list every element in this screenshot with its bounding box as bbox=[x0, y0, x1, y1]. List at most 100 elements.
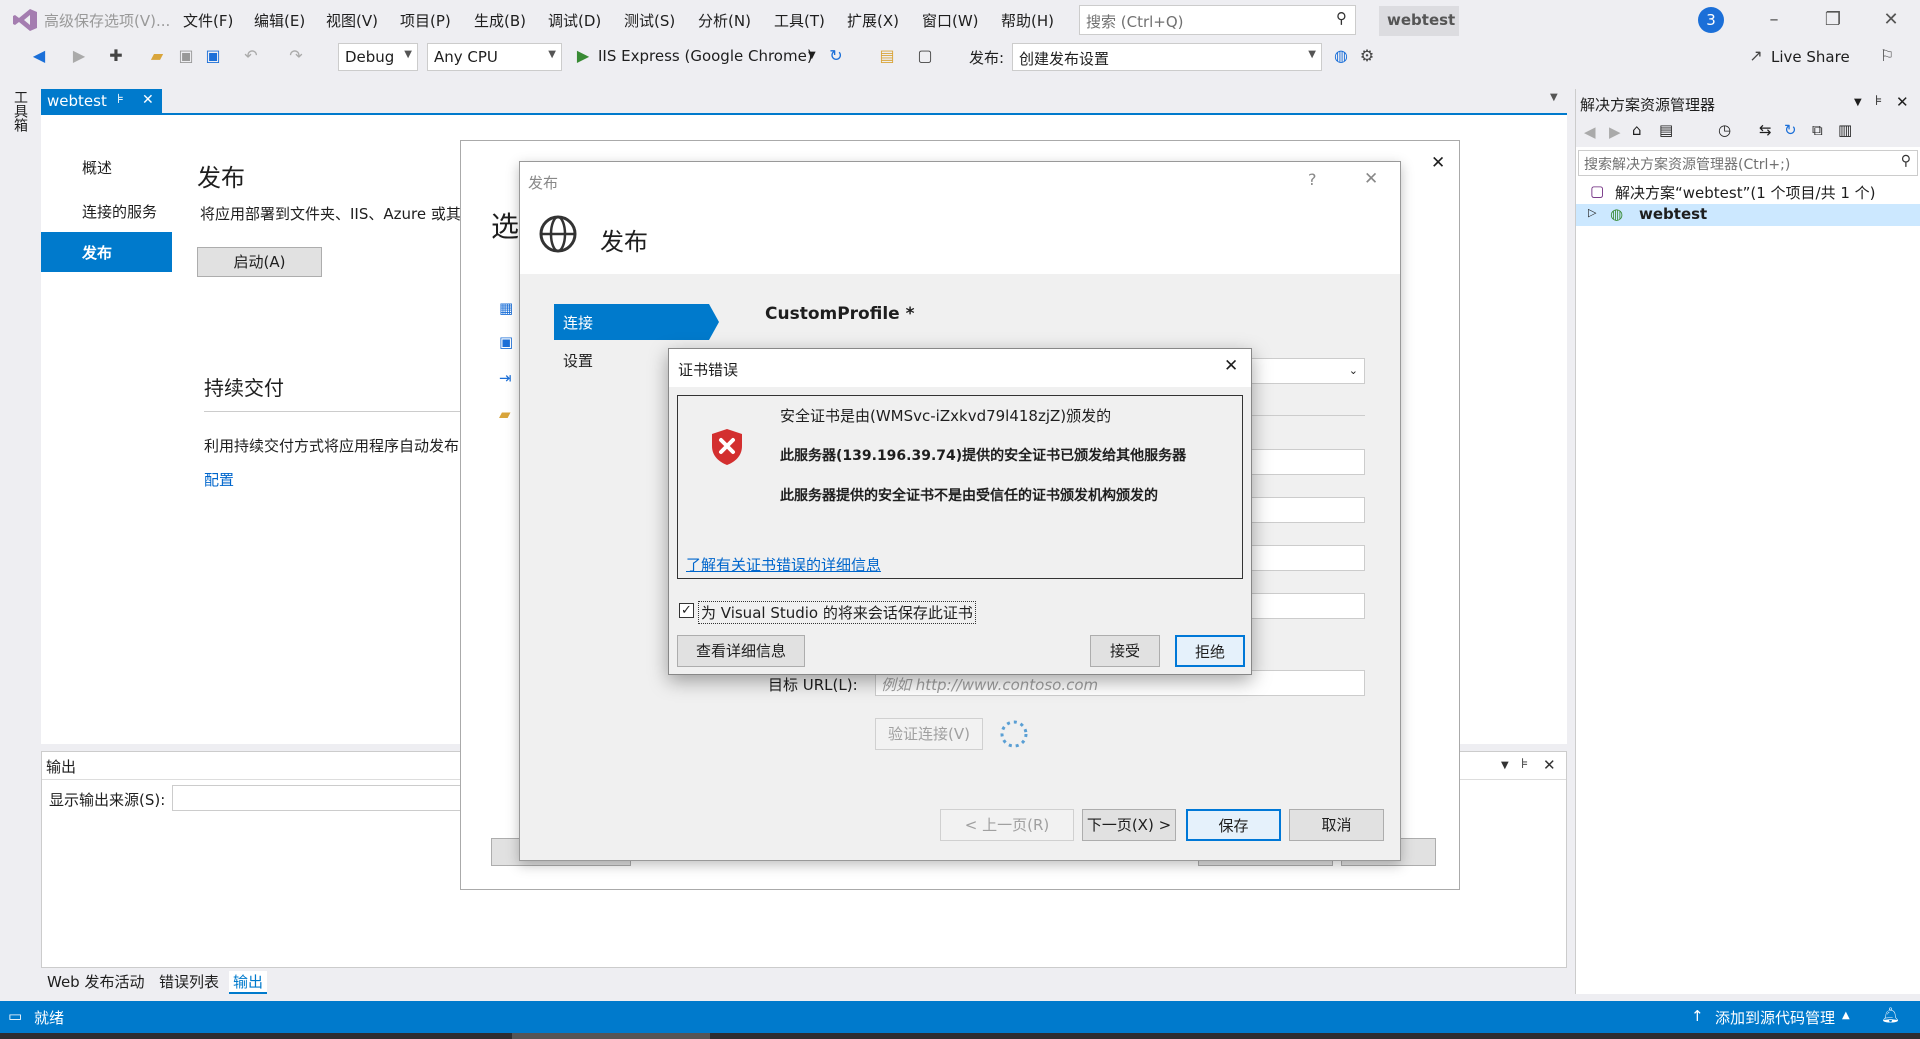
nav-overview[interactable]: 概述 bbox=[41, 147, 172, 187]
menu-analyze[interactable]: 分析(N) bbox=[698, 10, 751, 31]
back-icon[interactable]: ◀ bbox=[1584, 123, 1596, 141]
prev-button[interactable]: < 上一页(R) bbox=[940, 809, 1074, 841]
home-icon[interactable]: ⌂ bbox=[1632, 121, 1642, 139]
publish-tool-icon[interactable]: ▤ bbox=[876, 45, 898, 67]
sync-icon[interactable]: ⇆ bbox=[1759, 121, 1772, 139]
help-icon[interactable]: ? bbox=[1308, 170, 1317, 189]
notifications-badge[interactable]: 3 bbox=[1698, 7, 1724, 33]
back-icon[interactable]: ◀ bbox=[28, 45, 50, 67]
cancel-button[interactable]: 取消 bbox=[1289, 809, 1384, 841]
history-icon[interactable]: ◷ bbox=[1718, 121, 1731, 139]
menu-file[interactable]: 文件(F) bbox=[183, 10, 233, 31]
menu-test[interactable]: 测试(S) bbox=[624, 10, 675, 31]
menu-view[interactable]: 视图(V) bbox=[326, 10, 378, 31]
tab-output[interactable]: 输出 bbox=[229, 971, 268, 994]
tab-web-publish[interactable]: Web 发布活动 bbox=[47, 971, 144, 992]
menu-extensions[interactable]: 扩展(X) bbox=[847, 10, 899, 31]
close-icon[interactable]: ✕ bbox=[1364, 169, 1378, 189]
close-icon[interactable]: ✕ bbox=[1224, 356, 1238, 376]
forward-icon[interactable]: ▶ bbox=[68, 45, 90, 67]
minimize-icon[interactable]: – bbox=[1759, 8, 1789, 32]
cd-description: 利用持续交付方式将应用程序自动发布 bbox=[204, 437, 460, 455]
cd-configure-link[interactable]: 配置 bbox=[204, 469, 234, 490]
menu-debug[interactable]: 调试(D) bbox=[548, 10, 601, 31]
solution-icon: ▢ bbox=[1590, 182, 1605, 200]
pin-icon[interactable]: ⊧ bbox=[1875, 93, 1882, 109]
cert-untrusted-text: 此服务器提供的安全证书不是由受信任的证书颁发机构颁发的 bbox=[780, 488, 1158, 504]
close-icon[interactable]: ✕ bbox=[1431, 153, 1445, 173]
platform-select[interactable]: Any CPU ▼ bbox=[427, 43, 562, 71]
cert-details-link[interactable]: 了解有关证书错误的详细信息 bbox=[686, 554, 881, 575]
save-all-icon[interactable]: ▣ bbox=[202, 45, 224, 67]
chevron-up-icon[interactable]: ▲ bbox=[1842, 1010, 1850, 1021]
switch-view-icon[interactable]: ▤ bbox=[1659, 121, 1673, 139]
close-icon[interactable]: ✕ bbox=[142, 92, 154, 108]
close-window-icon[interactable]: ✕ bbox=[1876, 8, 1906, 32]
feedback-icon[interactable]: ⚐ bbox=[1876, 45, 1898, 67]
chevron-down-icon[interactable]: ▼ bbox=[1501, 760, 1509, 771]
toolbox-tab[interactable]: 工具箱 bbox=[10, 90, 30, 132]
collapse-all-icon[interactable]: ⧉ bbox=[1812, 121, 1823, 139]
menu-build[interactable]: 生成(B) bbox=[474, 10, 526, 31]
new-project-icon[interactable]: ✚ bbox=[105, 45, 127, 67]
accept-button[interactable]: 接受 bbox=[1090, 635, 1160, 667]
source-control-button[interactable]: 添加到源代码管理 bbox=[1715, 1007, 1835, 1028]
nav-connected-services[interactable]: 连接的服务 bbox=[41, 191, 172, 231]
doc-tab-overflow-icon[interactable]: ▼ bbox=[1550, 92, 1558, 103]
open-folder-icon[interactable]: ▰ bbox=[146, 45, 168, 67]
menu-help[interactable]: 帮助(H) bbox=[1001, 10, 1054, 31]
maximize-icon[interactable]: ❐ bbox=[1818, 8, 1848, 32]
target-icon-vm: ▣ bbox=[499, 333, 514, 351]
redo-icon[interactable]: ↷ bbox=[285, 45, 307, 67]
gear-icon[interactable]: ⚙ bbox=[1356, 45, 1378, 67]
forward-icon[interactable]: ▶ bbox=[1609, 123, 1621, 141]
refresh-icon[interactable]: ↻ bbox=[825, 45, 847, 67]
search-placeholder: 搜索 (Ctrl+Q) bbox=[1086, 13, 1184, 31]
nav-connection[interactable]: 连接 bbox=[554, 304, 719, 340]
next-button[interactable]: 下一页(X) > bbox=[1082, 809, 1176, 841]
doc-tab-webtest[interactable]: webtest ⊧ ✕ bbox=[41, 89, 162, 115]
properties-icon[interactable]: ▥ bbox=[1838, 121, 1852, 139]
web-icon[interactable]: ◍ bbox=[1330, 45, 1352, 67]
run-target-button[interactable]: IIS Express (Google Chrome) bbox=[598, 47, 813, 65]
tab-error-list[interactable]: 错误列表 bbox=[159, 971, 219, 992]
solution-tree-item[interactable]: 解决方案“webtest”(1 个项目/共 1 个) bbox=[1615, 182, 1876, 203]
refresh-icon[interactable]: ↻ bbox=[1784, 121, 1797, 139]
view-details-button[interactable]: 查看详细信息 bbox=[677, 635, 805, 667]
publish-dialog-title: 发布 bbox=[528, 174, 559, 192]
search-input[interactable]: 搜索 (Ctrl+Q) ⚲ bbox=[1079, 5, 1356, 35]
nav-settings[interactable]: 设置 bbox=[563, 350, 593, 371]
menu-project[interactable]: 项目(P) bbox=[400, 10, 451, 31]
close-icon[interactable]: ✕ bbox=[1543, 756, 1556, 774]
chevron-down-icon[interactable]: ▼ bbox=[808, 50, 816, 61]
sol-title-bar: 解决方案资源管理器 ▼ ⊧ ✕ bbox=[1576, 89, 1920, 117]
project-tree-row[interactable]: ▷ ◍ webtest bbox=[1576, 204, 1920, 226]
save-cert-checkbox[interactable]: ✓ bbox=[679, 603, 694, 618]
browser-link-icon[interactable]: ▢ bbox=[914, 45, 936, 67]
reject-button[interactable]: 拒绝 bbox=[1175, 635, 1245, 667]
pin-icon[interactable]: ⊧ bbox=[117, 92, 124, 107]
save-icon[interactable]: ▣ bbox=[175, 45, 197, 67]
output-source-select[interactable] bbox=[172, 785, 502, 811]
config-select[interactable]: Debug ▼ bbox=[338, 43, 418, 71]
validate-connection-button[interactable]: 验证连接(V) bbox=[875, 718, 983, 750]
menu-tools[interactable]: 工具(T) bbox=[774, 10, 825, 31]
live-share-button[interactable]: Live Share bbox=[1771, 48, 1850, 66]
chevron-down-icon[interactable]: ▼ bbox=[1854, 97, 1862, 108]
run-icon[interactable]: ▶ bbox=[572, 45, 594, 67]
save-button[interactable]: 保存 bbox=[1186, 809, 1281, 841]
notification-bell-icon[interactable]: 🔔︎ bbox=[1881, 1006, 1900, 1024]
menu-edit[interactable]: 编辑(E) bbox=[254, 10, 305, 31]
live-share-icon[interactable]: ↗ bbox=[1745, 45, 1767, 67]
menu-window[interactable]: 窗口(W) bbox=[922, 10, 979, 31]
chevron-down-icon: ▼ bbox=[404, 49, 412, 60]
start-button[interactable]: 启动(A) bbox=[197, 247, 322, 277]
close-icon[interactable]: ✕ bbox=[1896, 93, 1909, 111]
pin-icon[interactable]: ⊧ bbox=[1521, 756, 1528, 772]
publish-select[interactable]: 创建发布设置 ▼ bbox=[1012, 43, 1322, 71]
sol-search-input[interactable]: 搜索解决方案资源管理器(Ctrl+;) ⚲ bbox=[1578, 150, 1918, 176]
nav-publish[interactable]: 发布 bbox=[41, 232, 172, 272]
undo-icon[interactable]: ↶ bbox=[240, 45, 262, 67]
expand-icon[interactable]: ▷ bbox=[1588, 206, 1596, 219]
save-cert-label[interactable]: 为 Visual Studio 的将来会话保存此证书 bbox=[698, 601, 976, 624]
